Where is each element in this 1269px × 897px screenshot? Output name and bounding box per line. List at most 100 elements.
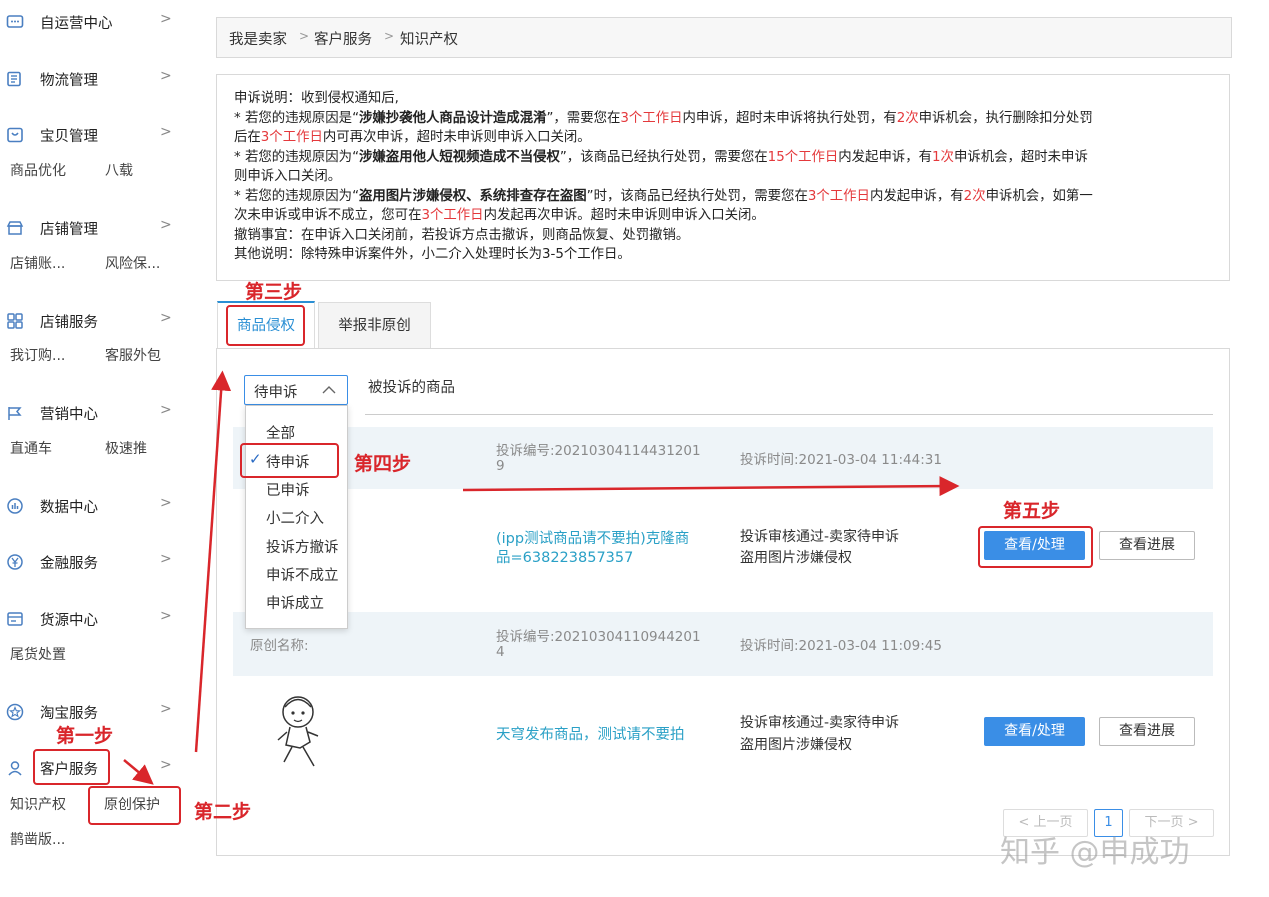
notice-text: 撤销事宜：在申诉入口关闭前，若投诉方点击撤诉，则商品恢复、处罚撤销。: [234, 227, 690, 243]
notice-highlight: 3个工作日: [620, 110, 683, 126]
sidebar-item-supply[interactable]: 货源中心 >: [0, 606, 185, 632]
product-link[interactable]: 天穹发布商品，测试请不要拍: [496, 723, 685, 744]
dropdown-option[interactable]: 小二介入: [266, 507, 324, 528]
product-link[interactable]: (ipp测试商品请不要拍)克隆商: [496, 527, 689, 548]
sidebar-sub-link[interactable]: 我订购...: [10, 345, 65, 365]
annotation-step-5: 第五步: [1003, 500, 1061, 522]
sidebar-sub-link[interactable]: 客服外包: [105, 345, 161, 365]
watermark: 知乎 @申成功: [1000, 835, 1190, 870]
original-name-label: 原创名称:: [250, 638, 309, 654]
notice-highlight: 2次: [896, 110, 919, 126]
sidebar-item-label: 金融服务: [40, 556, 98, 572]
notice-emphasis: 涉嫌抄袭他人商品设计造成混淆: [359, 110, 547, 126]
flag-icon: [8, 407, 22, 420]
notice-line: 后在3个工作日内可再次申诉，超时未申诉则申诉入口关闭。: [234, 128, 1224, 148]
sidebar-item-label: 淘宝服务: [40, 706, 98, 722]
notice-text: 后在: [234, 130, 261, 145]
sidebar-sub-link[interactable]: 尾货处置: [10, 644, 66, 664]
notice-highlight: 15个工作日: [767, 149, 839, 165]
notice-line: 则申诉入口关闭。: [234, 167, 1224, 187]
notice-line: 其他说明：除特殊申诉案件外，小二介入处理时长为3-5个工作日。: [234, 245, 1224, 265]
chevron-right-icon: >: [160, 217, 172, 233]
breadcrumb-separator: >: [384, 29, 395, 43]
annotation-step-3: 第三步: [245, 281, 303, 303]
notice-text: * 若您的违规原因是“: [234, 110, 360, 126]
notice-text: 申诉说明：收到侵权通知后, * 若您的违规原因是“涉嫌抄袭他人商品设计造成混淆”…: [234, 89, 1224, 265]
breadcrumb-separator: >: [299, 29, 310, 43]
status-filter-select[interactable]: 待申诉: [244, 375, 348, 405]
logistics-icon: [7, 71, 21, 87]
notice-text: 申诉机会，执行删除扣分处罚: [918, 110, 1093, 126]
annotation-box: [226, 305, 305, 346]
chevron-right-icon: >: [160, 402, 172, 418]
notice-text: 申诉机会，如第一: [985, 188, 1093, 204]
star-icon: [6, 703, 24, 721]
sidebar-item-self-operation[interactable]: 自运营中心 >: [0, 9, 185, 35]
dropdown-option[interactable]: 已申诉: [266, 479, 310, 500]
notice-highlight: 3个工作日: [260, 130, 323, 145]
sidebar-sub-link[interactable]: 八载: [105, 160, 133, 180]
dropdown-option[interactable]: 全部: [266, 422, 295, 443]
data-icon: [7, 498, 23, 514]
complaint-status: 投诉审核通过-卖家待申诉: [740, 715, 900, 731]
complaint-reason: 盗用图片涉嫌侵权: [740, 737, 852, 753]
sidebar-sub-link[interactable]: 极速推: [105, 438, 147, 458]
notice-emphasis: 盗用图片涉嫌侵权、系统排查存在盗图: [359, 188, 587, 204]
annotation-box: [33, 749, 110, 785]
notice-line: 次未申诉或申诉不成立，您可在3个工作日内发起再次申诉。超时未申诉则申诉入口关闭。: [234, 206, 1224, 226]
product-icon: [7, 127, 23, 143]
dropdown-option[interactable]: 申诉成立: [266, 592, 324, 613]
sidebar-sub-link[interactable]: 店铺账...: [10, 253, 65, 273]
chat-icon: [6, 15, 24, 28]
annotation-step-4: 第四步: [354, 453, 412, 475]
chevron-right-icon: >: [160, 495, 172, 511]
sidebar-sub-link[interactable]: 鹊凿版...: [10, 829, 65, 849]
user-icon: [8, 761, 22, 776]
notice-line: 撤销事宜：在申诉入口关闭前，若投诉方点击撤诉，则商品恢复、处罚撤销。: [234, 226, 1224, 246]
view-progress-button[interactable]: 查看进展: [1099, 717, 1195, 746]
sidebar-item-product[interactable]: 宝贝管理 >: [0, 122, 185, 148]
notice-text: ”，该商品已经执行处罚，需要您在: [559, 149, 768, 165]
notice-text: 次未申诉或申诉不成立，您可在: [234, 208, 422, 223]
annotation-step-2: 第二步: [194, 801, 252, 823]
chevron-right-icon: >: [160, 310, 172, 326]
sidebar-item-label: 自运营中心: [40, 16, 113, 32]
annotation-step-1: 第一步: [56, 725, 114, 747]
dropdown-option[interactable]: 投诉方撤诉: [266, 536, 339, 557]
annotation-box: [240, 443, 339, 478]
notice-highlight: 3个工作日: [421, 208, 484, 223]
notice-text: 内发起申诉，有: [838, 149, 933, 165]
complaint-time: 投诉时间:2021-03-04 11:44:31: [740, 452, 942, 468]
notice-text: 申诉说明：收到侵权通知后,: [234, 91, 399, 106]
notice-text: 内发起申诉，有: [869, 188, 964, 204]
complaint-panel: [216, 348, 1230, 856]
sidebar-item-shop-management[interactable]: 店铺管理 >: [0, 215, 185, 241]
product-link-cont[interactable]: 品=638223857357: [496, 546, 633, 567]
yen-icon: [7, 554, 23, 570]
complaint-number: 投诉编号:20210304114431201: [496, 443, 701, 459]
complaint-status: 投诉审核通过-卖家待申诉: [740, 529, 900, 545]
shop-icon: [6, 221, 24, 235]
sidebar-item-finance[interactable]: 金融服务 >: [0, 549, 185, 575]
dropdown-option[interactable]: 申诉不成立: [266, 564, 339, 585]
breadcrumb: 我是卖家 > 客户服务 > 知识产权: [216, 17, 1232, 58]
sidebar-item-data-center[interactable]: 数据中心 >: [0, 493, 185, 519]
sidebar-item-marketing[interactable]: 营销中心 >: [0, 400, 185, 426]
breadcrumb-item[interactable]: 我是卖家: [229, 28, 287, 49]
view-handle-button[interactable]: 查看/处理: [984, 717, 1085, 746]
column-header-product: 被投诉的商品: [368, 380, 455, 396]
sidebar-item-label: 店铺服务: [40, 315, 98, 331]
notice-line: * 若您的违规原因是“涉嫌抄袭他人商品设计造成混淆”，需要您在3个工作日内申诉，…: [234, 109, 1224, 129]
breadcrumb-item[interactable]: 客户服务: [314, 28, 372, 49]
sidebar-item-logistics[interactable]: 物流管理 >: [0, 66, 185, 92]
sidebar-sub-link-ip[interactable]: 知识产权: [10, 794, 66, 814]
complaint-number: 投诉编号:20210304110944201: [496, 629, 701, 645]
sidebar-sub-link[interactable]: 商品优化: [10, 160, 66, 180]
product-thumbnail-child: [277, 696, 319, 767]
view-progress-button[interactable]: 查看进展: [1099, 531, 1195, 560]
sidebar-sub-link[interactable]: 直通车: [10, 438, 52, 458]
chevron-right-icon: >: [160, 11, 172, 27]
sidebar-item-shop-service[interactable]: 店铺服务 >: [0, 308, 185, 334]
sidebar-sub-link[interactable]: 风险保...: [105, 253, 160, 273]
tab-report-non-original[interactable]: 举报非原创: [318, 302, 431, 349]
